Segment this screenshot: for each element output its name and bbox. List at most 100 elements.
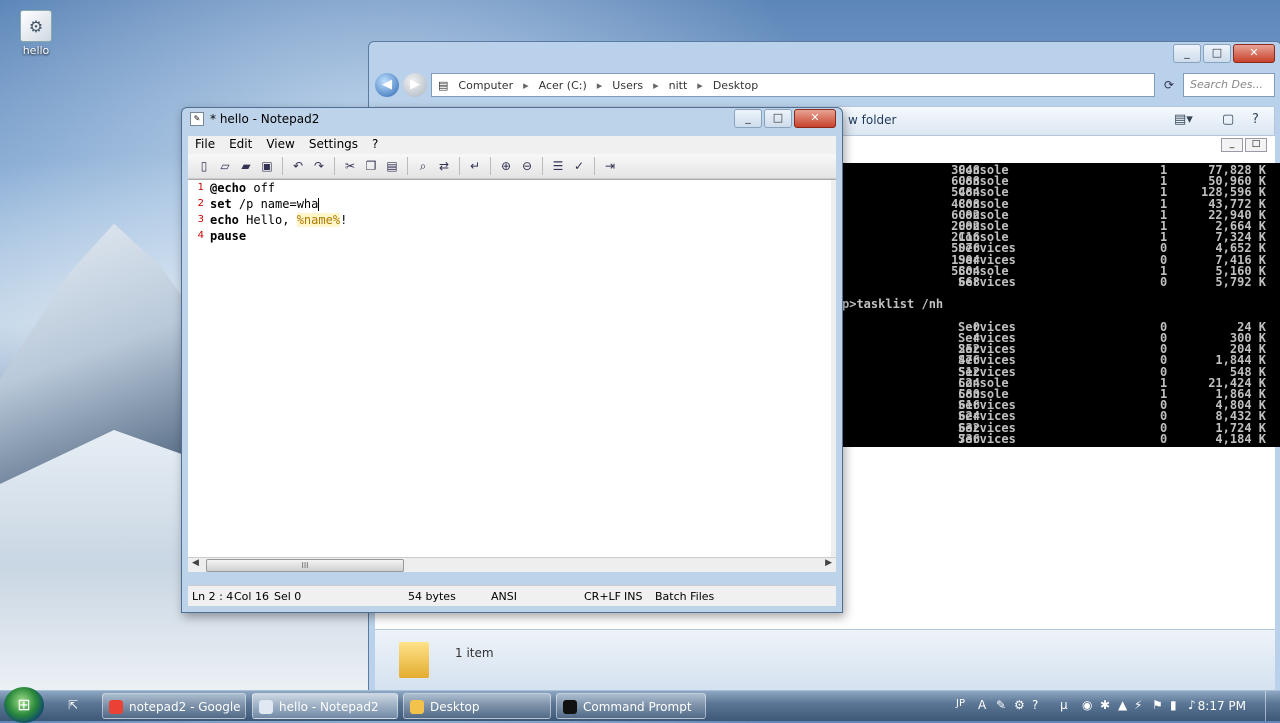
power-icon[interactable]: ⚡ bbox=[1134, 698, 1142, 712]
arrow-up-icon[interactable]: ▲ bbox=[1118, 698, 1127, 712]
tools-icon[interactable]: ✎ bbox=[996, 698, 1006, 712]
console-cell-mem: 4,184 K bbox=[1215, 431, 1266, 446]
maximize-button[interactable]: □ bbox=[764, 109, 792, 128]
window-title: * hello - Notepad2 bbox=[210, 112, 320, 126]
replace-icon[interactable]: ⇄ bbox=[434, 156, 454, 176]
taskbar: ⊞ ⇱ notepad2 - Google S... hello - Notep… bbox=[0, 687, 1280, 723]
console-command-line: p>tasklist /nh bbox=[842, 297, 1280, 312]
save-icon[interactable]: ▣ bbox=[257, 156, 277, 176]
refresh-icon[interactable]: ⟳ bbox=[1159, 75, 1179, 95]
inner-minimize-button[interactable]: _ bbox=[1221, 138, 1243, 152]
desktop-icon-hello[interactable]: ⚙ hello bbox=[14, 10, 58, 57]
taskbar-task-explorer[interactable]: Desktop bbox=[403, 693, 551, 719]
line-number: 2 bbox=[197, 198, 204, 209]
status-lexer[interactable]: Batch Files bbox=[655, 590, 714, 603]
forward-arrow-icon[interactable]: ▶ bbox=[403, 73, 427, 97]
taskbar-task-notepad[interactable]: hello - Notepad2 bbox=[252, 693, 398, 719]
view-options-icon[interactable]: ▤▾ bbox=[1174, 112, 1193, 127]
menu-help[interactable]: ? bbox=[365, 136, 385, 154]
find-icon[interactable]: ⌕ bbox=[413, 156, 433, 176]
explorer-caption-buttons: _ □ ✕ bbox=[1173, 44, 1275, 63]
show-desktop-button[interactable] bbox=[1265, 691, 1280, 721]
line-number: 1 bbox=[197, 182, 204, 193]
word-wrap-icon[interactable]: ↵ bbox=[465, 156, 485, 176]
code-text[interactable]: @echo off set /p name=wha echo Hello, %n… bbox=[210, 180, 347, 244]
redo-icon[interactable]: ↷ bbox=[309, 156, 329, 176]
console-cell-mem: 5,792 K bbox=[1215, 275, 1266, 289]
action-center-icon[interactable]: ⚑ bbox=[1152, 698, 1163, 712]
command-prompt-output[interactable]: 3948 Console 1 77,828 K 6088 Console 1 50,960 K… bbox=[842, 163, 1280, 447]
console-row: 0 Services 0 24 K bbox=[842, 321, 1280, 333]
scroll-thumb[interactable]: III bbox=[206, 559, 404, 572]
address-bar[interactable]: ▤ Computer ▸ Acer (C:) ▸ Users ▸ nitt ▸ Desk… bbox=[431, 73, 1155, 97]
new-file-icon[interactable]: ▯ bbox=[194, 156, 214, 176]
console-row: 5076 Services 0 4,652 K bbox=[842, 242, 1280, 254]
ime-icon[interactable]: A bbox=[978, 698, 986, 712]
exit-icon[interactable]: ⇥ bbox=[600, 156, 620, 176]
help-icon[interactable]: ? bbox=[1252, 112, 1259, 127]
settings-icon[interactable]: ⚙ bbox=[1014, 698, 1025, 712]
back-arrow-icon[interactable]: ◀ bbox=[375, 73, 399, 97]
scheme-icon[interactable]: ☰ bbox=[548, 156, 568, 176]
horizontal-scrollbar[interactable]: ◀ III ▶ bbox=[188, 557, 836, 572]
console-command: p>tasklist /nh bbox=[842, 297, 944, 312]
console-row: 668 Services 0 5,792 K bbox=[842, 275, 1280, 289]
scroll-right-arrow-icon[interactable]: ▶ bbox=[825, 558, 832, 568]
language-indicator[interactable]: JP bbox=[956, 698, 965, 709]
folder-icon bbox=[399, 642, 429, 678]
network-icon[interactable]: ⇱ bbox=[68, 698, 78, 712]
antivirus-icon[interactable]: ◉ bbox=[1082, 698, 1092, 712]
code-line-1: @echo off bbox=[210, 181, 276, 195]
minimize-button[interactable]: _ bbox=[734, 109, 762, 128]
new-folder-button[interactable]: w folder bbox=[848, 113, 896, 127]
status-size: 54 bytes bbox=[408, 590, 456, 603]
cut-icon[interactable]: ✂ bbox=[340, 156, 360, 176]
editor-area[interactable]: 1 2 3 4 @echo off set /p name=wha echo H… bbox=[188, 179, 836, 572]
notepad2-window[interactable]: ✎ * hello - Notepad2 _ □ ✕ File Edit Vie… bbox=[181, 107, 843, 613]
menu-edit[interactable]: Edit bbox=[222, 136, 259, 154]
breadcrumb-computer[interactable]: Computer bbox=[458, 79, 513, 92]
status-insert-mode: INS bbox=[624, 590, 643, 603]
line-number: 4 bbox=[197, 230, 204, 241]
breadcrumb-drive[interactable]: Acer (C:) bbox=[539, 79, 587, 92]
console-row: 524 Console 1 21,424 K bbox=[842, 377, 1280, 389]
preview-pane-icon[interactable]: ▢ bbox=[1222, 112, 1234, 127]
taskbar-task-cmd[interactable]: Command Prompt bbox=[556, 693, 706, 719]
status-eol[interactable]: CR+LF bbox=[584, 590, 621, 603]
scroll-left-arrow-icon[interactable]: ◀ bbox=[192, 558, 199, 568]
breadcrumb-users[interactable]: Users bbox=[612, 79, 643, 92]
sync-icon[interactable]: ✱ bbox=[1100, 698, 1110, 712]
console-row: 632 Services 0 1,724 K bbox=[842, 422, 1280, 434]
breadcrumb-user[interactable]: nitt bbox=[669, 79, 688, 92]
status-encoding[interactable]: ANSI bbox=[491, 590, 517, 603]
menu-settings[interactable]: Settings bbox=[302, 136, 365, 154]
help-icon[interactable]: ? bbox=[1032, 698, 1038, 712]
minimize-button[interactable]: _ bbox=[1173, 44, 1201, 63]
start-button[interactable]: ⊞ bbox=[4, 687, 44, 723]
line-number: 3 bbox=[197, 214, 204, 225]
clock[interactable]: 8:17 PM bbox=[1198, 699, 1246, 713]
breadcrumb-desktop[interactable]: Desktop bbox=[713, 79, 758, 92]
maximize-button[interactable]: □ bbox=[1203, 44, 1231, 63]
zoom-in-icon[interactable]: ⊕ bbox=[496, 156, 516, 176]
copy-icon[interactable]: ❐ bbox=[361, 156, 381, 176]
search-input[interactable]: Search Des... bbox=[1183, 73, 1275, 97]
volume-icon[interactable]: ♪ bbox=[1188, 698, 1196, 712]
vertical-scrollbar[interactable] bbox=[831, 180, 836, 558]
console-row: 2992 Console 1 2,664 K bbox=[842, 220, 1280, 232]
console-row: 616 Services 0 4,804 K bbox=[842, 399, 1280, 411]
undo-icon[interactable]: ↶ bbox=[288, 156, 308, 176]
taskbar-task-chrome[interactable]: notepad2 - Google S... bbox=[102, 693, 246, 719]
paste-icon[interactable]: ▤ bbox=[382, 156, 402, 176]
browse-icon[interactable]: ▰ bbox=[236, 156, 256, 176]
signal-icon[interactable]: ▮ bbox=[1170, 698, 1177, 712]
close-button[interactable]: ✕ bbox=[794, 109, 836, 128]
menu-view[interactable]: View bbox=[259, 136, 301, 154]
utorrent-icon[interactable]: µ bbox=[1060, 698, 1068, 712]
customize-icon[interactable]: ✓ bbox=[569, 156, 589, 176]
open-folder-icon[interactable]: ▱ bbox=[215, 156, 235, 176]
zoom-out-icon[interactable]: ⊖ bbox=[517, 156, 537, 176]
inner-maximize-button[interactable]: □ bbox=[1245, 138, 1267, 152]
close-button[interactable]: ✕ bbox=[1233, 44, 1275, 63]
menu-file[interactable]: File bbox=[188, 136, 222, 154]
